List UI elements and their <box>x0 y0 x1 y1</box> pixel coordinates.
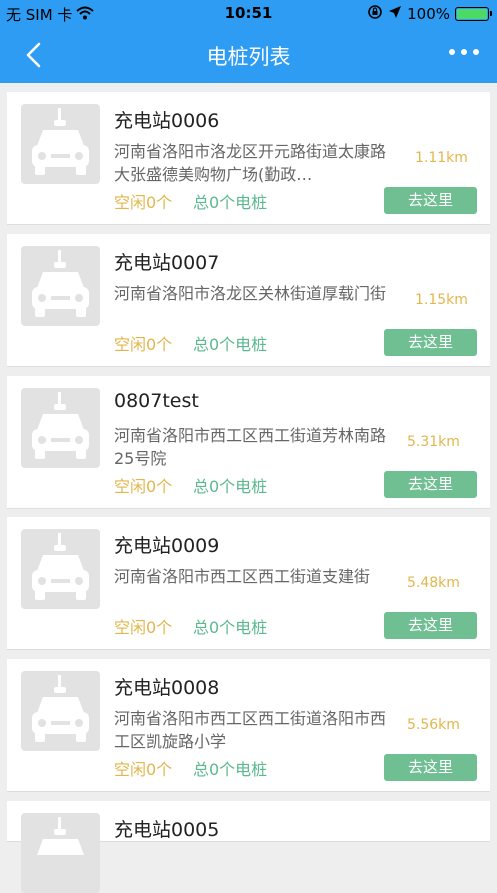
go-here-button[interactable]: 去这里 <box>384 754 477 781</box>
car-placeholder-icon <box>21 246 100 326</box>
battery-percent: 100% <box>407 5 450 23</box>
page-title: 电桩列表 <box>206 45 291 69</box>
status-bar: 无 SIM 卡 10:51 100% <box>0 0 497 28</box>
status-right: 100% <box>367 4 492 24</box>
station-distance: 1.11km <box>415 150 468 166</box>
station-address: 河南省洛阳市西工区西工街道芳林南路25号院 <box>114 426 387 468</box>
station-name: 充电站0005 <box>114 819 220 841</box>
station-card[interactable]: 0807test 河南省洛阳市西工区西工街道芳林南路25号院 5.31km 空闲… <box>7 376 490 509</box>
location-lock-icon <box>367 4 383 24</box>
station-name: 充电站0008 <box>114 677 220 699</box>
go-here-button[interactable]: 去这里 <box>384 612 477 639</box>
station-distance: 5.31km <box>407 434 460 450</box>
station-total-count: 总0个电桩 <box>193 335 268 354</box>
station-distance: 1.15km <box>415 292 468 308</box>
station-total-count: 总0个电桩 <box>193 193 268 212</box>
station-address: 河南省洛阳市洛龙区开元路街道太康路大张盛德美购物广场(勤政… <box>114 142 387 184</box>
station-card[interactable]: 充电站0008 河南省洛阳市西工区西工街道洛阳市西工区凯旋路小学 5.56km … <box>7 659 490 792</box>
go-here-button[interactable]: 去这里 <box>384 329 477 356</box>
station-total-count: 总0个电桩 <box>193 760 268 779</box>
station-free-count: 空闲0个 <box>114 760 173 779</box>
station-name: 充电站0006 <box>114 110 220 132</box>
station-free-count: 空闲0个 <box>114 193 173 212</box>
station-free-count: 空闲0个 <box>114 477 173 496</box>
more-icon[interactable] <box>449 49 479 55</box>
car-placeholder-icon <box>21 104 100 184</box>
station-distance: 5.48km <box>407 575 460 591</box>
battery-icon <box>455 7 492 21</box>
station-name: 0807test <box>114 390 199 412</box>
station-address: 河南省洛阳市洛龙区关林街道厚载门街 <box>114 284 387 303</box>
car-placeholder-icon <box>21 529 100 609</box>
location-arrow-icon <box>388 5 402 23</box>
nav-bar: 电桩列表 <box>0 28 497 83</box>
station-card[interactable]: 充电站0007 河南省洛阳市洛龙区关林街道厚载门街 1.15km 空闲0个 总0… <box>7 234 490 367</box>
station-card[interactable]: 充电站0009 河南省洛阳市西工区西工街道支建街 5.48km 空闲0个 总0个… <box>7 517 490 650</box>
car-placeholder-icon <box>21 671 100 751</box>
station-card[interactable]: 充电站0005 <box>7 801 490 893</box>
go-here-button[interactable]: 去这里 <box>384 187 477 214</box>
station-address: 河南省洛阳市西工区西工街道洛阳市西工区凯旋路小学 <box>114 709 387 751</box>
go-here-button[interactable]: 去这里 <box>384 471 477 498</box>
car-placeholder-icon <box>21 388 100 468</box>
station-name: 充电站0007 <box>114 252 220 274</box>
station-distance: 5.56km <box>407 717 460 733</box>
car-placeholder-icon <box>21 813 100 893</box>
station-card[interactable]: 充电站0006 河南省洛阳市洛龙区开元路街道太康路大张盛德美购物广场(勤政… 1… <box>7 92 490 225</box>
station-name: 充电站0009 <box>114 535 220 557</box>
station-free-count: 空闲0个 <box>114 618 173 637</box>
station-total-count: 总0个电桩 <box>193 477 268 496</box>
station-address: 河南省洛阳市西工区西工街道支建街 <box>114 567 371 586</box>
station-free-count: 空闲0个 <box>114 335 173 354</box>
station-total-count: 总0个电桩 <box>193 618 268 637</box>
